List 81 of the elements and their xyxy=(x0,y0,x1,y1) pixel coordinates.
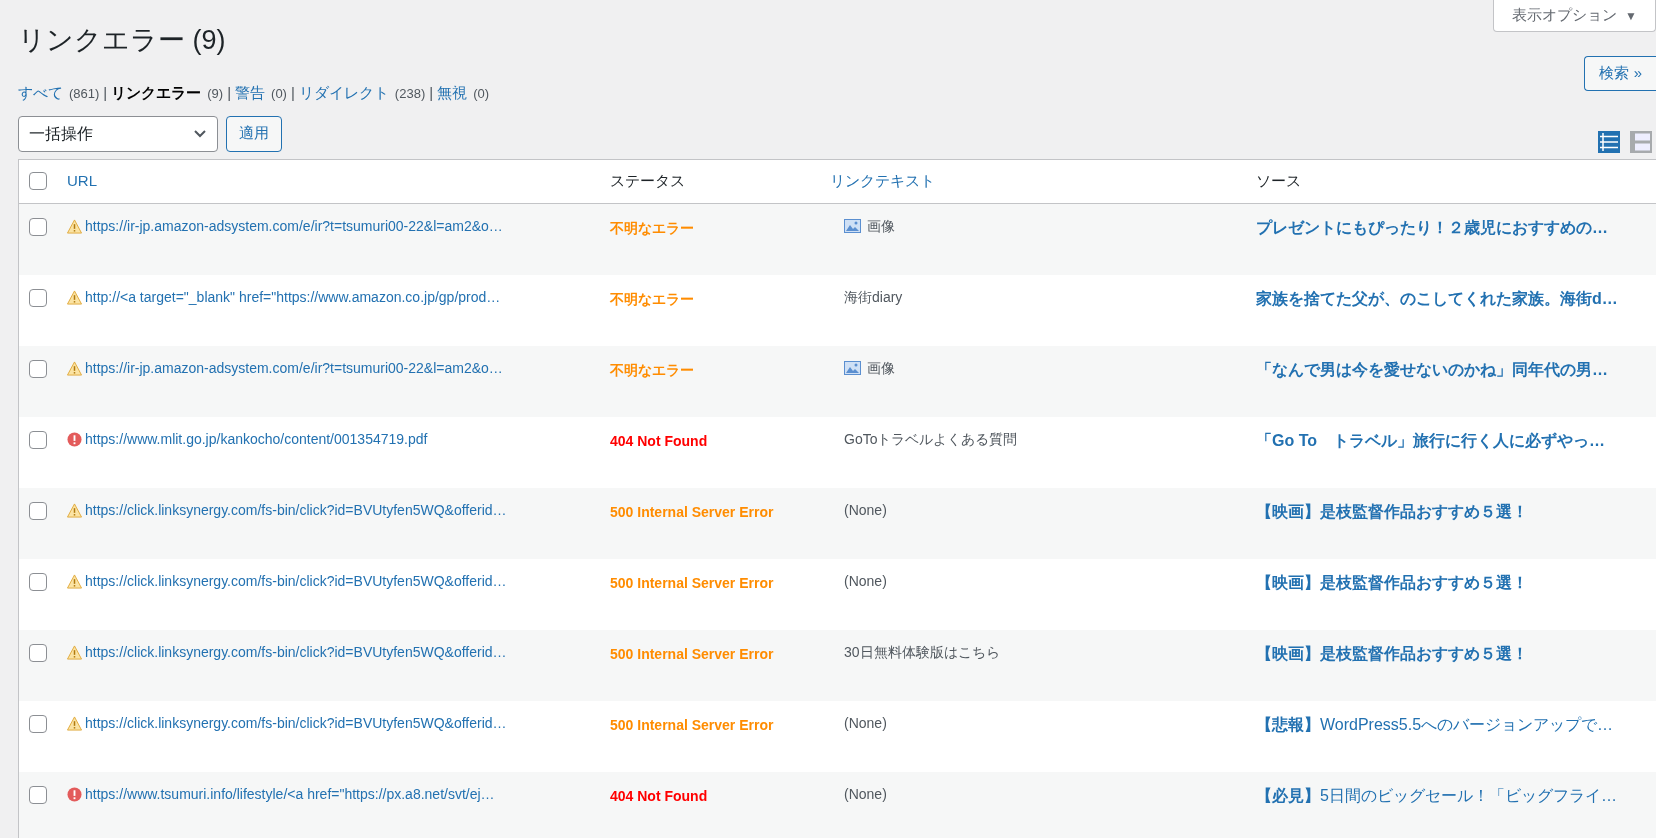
source-link[interactable]: 「Go To トラベル」旅行に行く人に必ずやっ… xyxy=(1256,431,1606,449)
warning-icon xyxy=(67,502,82,518)
excerpt-view-icon[interactable] xyxy=(1630,130,1652,153)
link-text: (None) xyxy=(844,571,887,591)
source-link[interactable]: 【映画】是枝監督作品おすすめ５選！ xyxy=(1256,644,1528,662)
status-text: 404 Not Found xyxy=(610,787,708,804)
error-icon xyxy=(67,431,82,447)
warning-icon xyxy=(67,644,82,660)
url-link[interactable]: https://click.linksynergy.com/fs-bin/click?id=BVUtyfen5WQ&offerid… xyxy=(85,712,507,734)
url-link[interactable]: https://www.tsumuri.info/lifestyle/<a href="https://px.a8.net/svt/ej… xyxy=(85,783,495,805)
bulk-action-dropdown[interactable]: 一括操作 xyxy=(18,115,218,152)
url-link[interactable]: https://click.linksynergy.com/fs-bin/click?id=BVUtyfen5WQ&offerid… xyxy=(85,499,507,521)
source-link[interactable]: 【悲報】WordPress5.5へのバージョンアップで… xyxy=(1256,715,1614,733)
checkbox[interactable] xyxy=(29,501,47,520)
warning-icon xyxy=(67,715,82,731)
url-link[interactable]: http://<a target="_blank" href="https://www.amazon.co.jp/gp/prod… xyxy=(85,286,501,308)
apply-button[interactable]: 適用 xyxy=(226,115,282,152)
status-text: 500 Internal Server Error xyxy=(610,503,774,520)
url-link[interactable]: https://ir-jp.amazon-adsystem.com/e/ir?t=tsumuri00-22&l=am2&o… xyxy=(85,357,503,379)
link-text: (None) xyxy=(844,784,887,804)
url-link[interactable]: https://click.linksynergy.com/fs-bin/click?id=BVUtyfen5WQ&offerid… xyxy=(85,570,507,592)
source-link[interactable]: 【映画】是枝監督作品おすすめ５選！ xyxy=(1256,502,1528,520)
url-link[interactable]: https://ir-jp.amazon-adsystem.com/e/ir?t=tsumuri00-22&l=am2&o… xyxy=(85,215,503,237)
source-link[interactable]: 「なんで男は今を愛せないのかね」同年代の男… xyxy=(1256,360,1608,378)
screen-options-tab[interactable]: 表示オプション ▼ xyxy=(1493,0,1656,32)
status-text: 不明なエラー xyxy=(610,290,694,307)
status-text: 不明なエラー xyxy=(610,219,694,236)
filter-count: (0) xyxy=(473,84,489,103)
checkbox[interactable] xyxy=(29,430,47,449)
warning-icon xyxy=(67,360,82,376)
filter-link[interactable]: リンクエラー xyxy=(111,82,202,105)
link-text: (None) xyxy=(844,500,887,520)
separator: | xyxy=(103,83,108,103)
filter-link[interactable]: 無視 xyxy=(437,82,468,105)
link-text: 画像 xyxy=(867,358,895,378)
filter-count: (0) xyxy=(271,84,287,103)
chevron-down-icon xyxy=(193,128,207,139)
warning-icon xyxy=(67,573,82,589)
checkbox[interactable] xyxy=(29,172,47,190)
column-header[interactable]: リンクテキスト xyxy=(830,172,935,189)
status-text: 不明なエラー xyxy=(610,361,694,378)
error-icon xyxy=(67,786,82,802)
source-link[interactable]: 家族を捨てた父が、のこしてくれた家族。海街d… xyxy=(1256,289,1618,307)
page-title: リンクエラー (9) xyxy=(18,24,226,57)
status-text: 404 Not Found xyxy=(610,432,708,449)
link-text: GoToトラベルよくある質問 xyxy=(844,429,1018,449)
separator: | xyxy=(429,83,434,103)
url-link[interactable]: https://www.mlit.go.jp/kankocho/content/001354719.pdf xyxy=(85,428,428,450)
source-link[interactable]: 【映画】是枝監督作品おすすめ５選！ xyxy=(1256,573,1528,591)
link-text: (None) xyxy=(844,713,887,733)
checkbox[interactable] xyxy=(29,572,47,591)
filter-link[interactable]: 警告 xyxy=(235,82,266,105)
checkbox[interactable] xyxy=(29,714,47,733)
status-text: 500 Internal Server Error xyxy=(610,716,774,733)
column-header[interactable]: URL xyxy=(67,172,97,189)
status-text: 500 Internal Server Error xyxy=(610,574,774,591)
checkbox[interactable] xyxy=(29,288,47,307)
link-text: 海街diary xyxy=(844,287,903,307)
search-button[interactable]: 検索 » xyxy=(1584,56,1656,91)
separator: | xyxy=(227,83,232,103)
filter-count: (861) xyxy=(69,84,100,103)
checkbox[interactable] xyxy=(29,217,47,236)
checkbox[interactable] xyxy=(29,785,47,804)
list-view-icon[interactable] xyxy=(1598,130,1620,153)
warning-icon xyxy=(67,289,82,305)
separator: | xyxy=(290,83,295,103)
source-link[interactable]: 【必見】5日間のビッグセール！「ビッグフライ… xyxy=(1256,786,1617,804)
warning-icon xyxy=(67,218,82,234)
checkbox[interactable] xyxy=(29,359,47,378)
link-text: 画像 xyxy=(867,216,895,236)
filter-count: (238) xyxy=(394,84,426,103)
status-text: 500 Internal Server Error xyxy=(610,645,774,662)
url-link[interactable]: https://click.linksynergy.com/fs-bin/click?id=BVUtyfen5WQ&offerid… xyxy=(85,641,507,663)
link-text: 30日無料体験版はこちら xyxy=(844,642,1000,662)
checkbox[interactable] xyxy=(29,643,47,662)
filter-link[interactable]: リダイレクト xyxy=(298,82,389,105)
filter-count: (9) xyxy=(207,84,224,103)
column-header: ソース xyxy=(1256,172,1301,189)
filter-link[interactable]: すべて xyxy=(18,82,63,105)
column-header: ステータス xyxy=(610,172,685,189)
source-link[interactable]: プレゼントにもぴったり！２歳児におすすめの… xyxy=(1256,218,1608,236)
